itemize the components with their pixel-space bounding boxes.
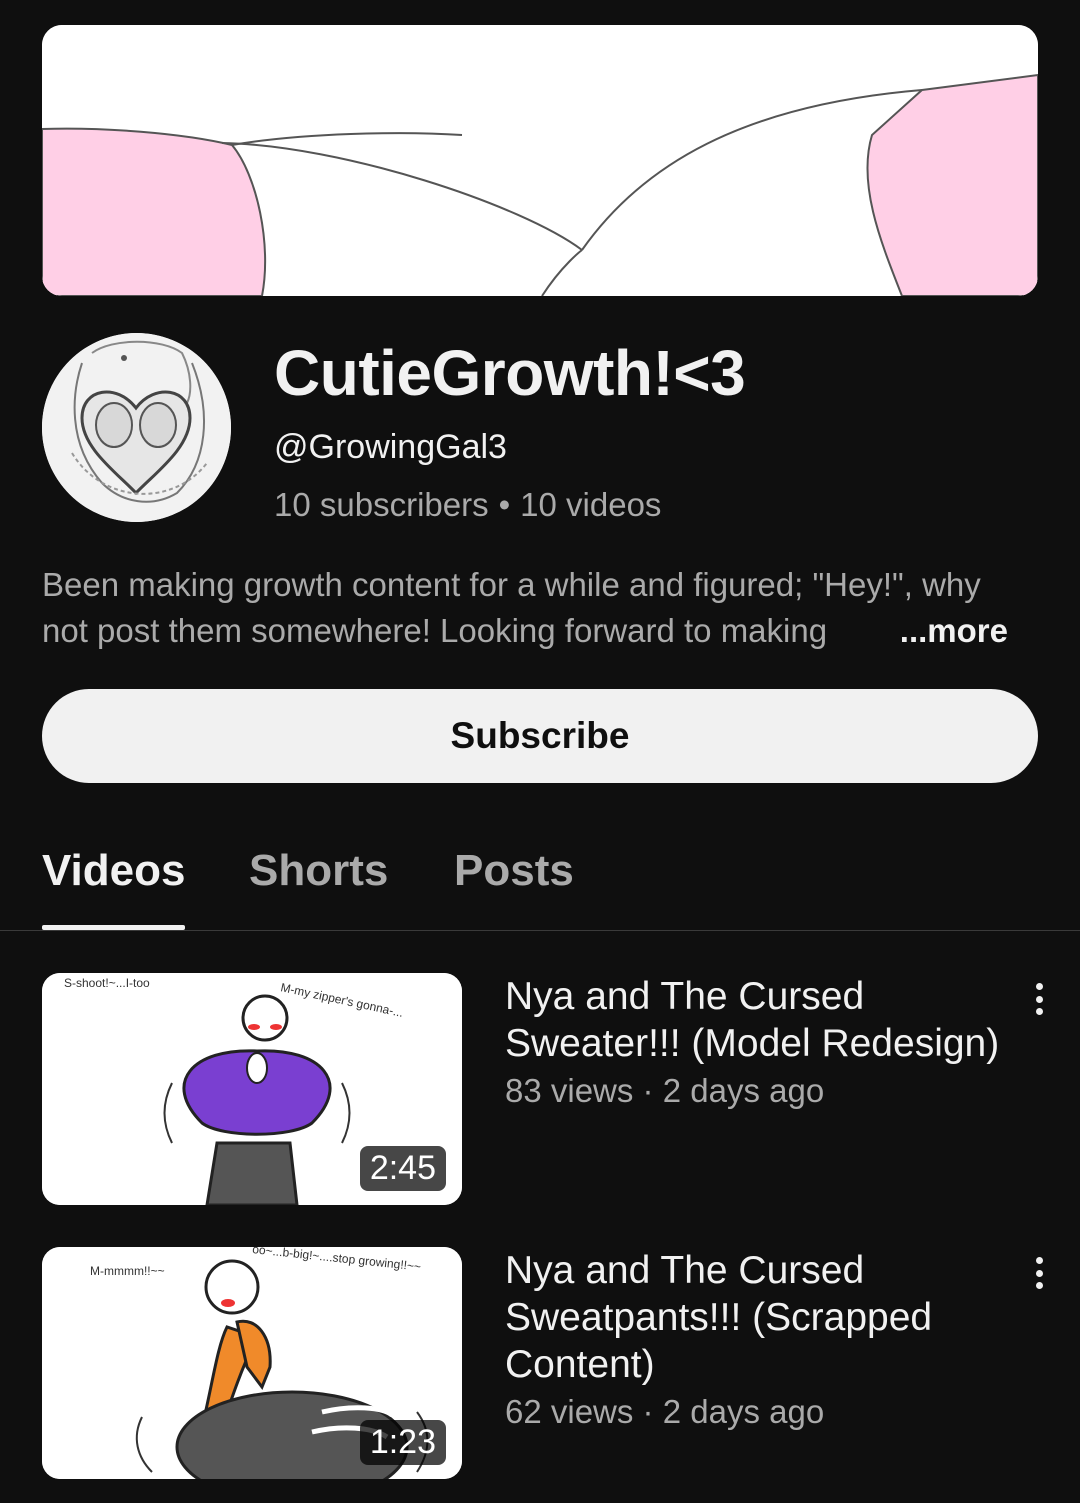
video-info[interactable]: Nya and The Cursed Sweatpants!!! (Scrapp… (505, 1247, 1015, 1434)
channel-banner (42, 25, 1038, 296)
video-title: Nya and The Cursed Sweater!!! (Model Red… (505, 975, 1000, 1065)
description-line: not post them somewhere! Looking forward… (42, 608, 1038, 654)
video-thumbnail[interactable]: S-shoot!~...I-too M-my zipper's gonna-..… (42, 973, 462, 1205)
tab-posts[interactable]: Posts (454, 846, 574, 896)
video-meta: 83 views · 2 days ago (505, 1072, 825, 1109)
thumb-caption: S-shoot!~...I-too (64, 976, 150, 990)
thumb-caption: M-mmmm!!~~ (90, 1264, 165, 1278)
channel-avatar[interactable] (42, 333, 231, 522)
video-duration: 2:45 (359, 1146, 446, 1191)
video-count: 10 videos (520, 486, 662, 523)
more-options-icon[interactable] (1022, 1253, 1056, 1293)
video-duration: 1:23 (359, 1420, 446, 1465)
stats-separator: • (498, 486, 511, 523)
description-fade (828, 608, 888, 654)
subscribe-button[interactable]: Subscribe (42, 689, 1038, 783)
tab-shorts[interactable]: Shorts (249, 846, 388, 896)
channel-stats: 10 subscribers • 10 videos (274, 486, 661, 524)
channel-tabs: Videos Shorts Posts (0, 830, 1080, 931)
channel-handle: @GrowingGal3 (274, 428, 507, 466)
active-tab-indicator (42, 925, 185, 930)
more-options-icon[interactable] (1022, 979, 1056, 1019)
description-text: not post them somewhere! Looking forward… (42, 612, 828, 649)
avatar-art (42, 333, 231, 522)
video-info[interactable]: Nya and The Cursed Sweater!!! (Model Red… (505, 973, 1015, 1113)
video-title: Nya and The Cursed Sweatpants!!! (Scrapp… (505, 1249, 933, 1386)
more-link[interactable]: ...more (889, 608, 1008, 654)
channel-description[interactable]: Been making growth content for a while a… (42, 562, 1038, 654)
banner-art (42, 25, 1038, 296)
video-meta: 62 views · 2 days ago (505, 1393, 825, 1430)
description-line: Been making growth content for a while a… (42, 566, 981, 603)
tab-videos[interactable]: Videos (42, 846, 185, 896)
channel-name: CutieGrowth!<3 (274, 337, 746, 409)
channel-page: CutieGrowth!<3 @GrowingGal3 10 subscribe… (0, 0, 1080, 1503)
video-thumbnail[interactable]: M-mmmm!!~~ oo~...b-big!~....stop growing… (42, 1247, 462, 1479)
subscriber-count: 10 subscribers (274, 486, 489, 523)
